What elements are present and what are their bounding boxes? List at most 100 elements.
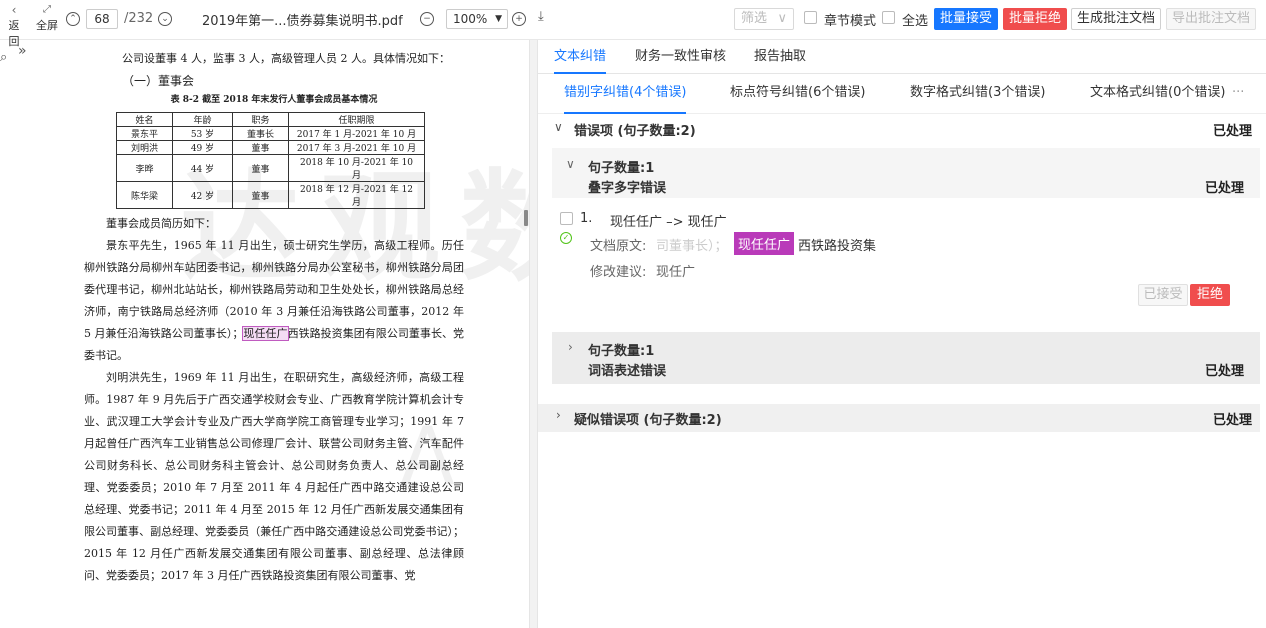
doc-section-title: （一）董事会 (122, 74, 195, 88)
table-cell: 2017 年 3 月-2021 年 10 月 (288, 140, 425, 155)
status-badge: 已处理 (1204, 364, 1244, 379)
caret-down-icon: ▼ (495, 14, 502, 24)
file-name: 2019年第一...债券募集说明书.pdf (202, 14, 403, 29)
chevron-left-icon: ‹ (11, 3, 17, 17)
chevron-down-icon: ∨ (777, 11, 787, 26)
table-cell: 42 岁 (172, 181, 233, 209)
group-type: 叠字多字错误 (588, 181, 667, 196)
status-badge: 已处理 (1212, 124, 1252, 139)
chevron-down-icon: ∨ (554, 120, 563, 134)
table-header: 任职期限 (288, 112, 425, 127)
doc-paragraph: 刘明洪先生，1969 年 11 月出生，在职研究生，高级经济师，高级工程师。19… (84, 371, 464, 582)
zoom-select[interactable]: 100% ▼ (446, 9, 508, 29)
reject-button[interactable]: 拒绝 (1190, 284, 1230, 306)
suspect-section-header[interactable]: › 疑似错误项 (句子数量:2) 已处理 (538, 404, 1260, 432)
table-row: 陈华梁 42 岁 董事 2018 年 12 月-2021 年 12 月 (116, 181, 425, 209)
table-cell: 董事 (232, 181, 289, 209)
select-all-label: 全选 (902, 14, 929, 29)
suspect-section-title: 疑似错误项 (句子数量:2) (574, 413, 722, 428)
table-cell: 49 岁 (172, 140, 233, 155)
status-badge: 已处理 (1212, 413, 1252, 428)
download-icon[interactable]: ⤓ (538, 9, 544, 24)
expand-icon: ⤢ (43, 4, 51, 15)
subtab-typo[interactable]: 错别字纠错(4个错误) (564, 74, 687, 114)
next-page-icon[interactable]: ⌄ (158, 12, 172, 26)
table-header: 年龄 (172, 112, 233, 127)
original-highlight[interactable]: 现任任广 (734, 232, 795, 255)
table-cell: 2018 年 10 月-2021 年 10 月 (288, 154, 425, 182)
left-rail: ⌕ » (0, 40, 27, 628)
page-number-input[interactable]: 68 (86, 9, 118, 29)
page-total: /232 (124, 11, 154, 26)
group-type: 词语表述错误 (588, 364, 667, 379)
table-cell: 刘明洪 (116, 140, 173, 155)
table-cell: 董事 (232, 154, 289, 182)
drag-handle[interactable] (524, 210, 528, 226)
chevron-right-icon: › (568, 340, 573, 354)
search-icon[interactable]: ⌕ (0, 50, 7, 65)
suggestion-value: 现任广 (656, 265, 696, 280)
error-item: 1. 现任任广 –> 现任广 ✓ 文档原文: 司董事长）； 现任任广 西铁路投资… (552, 202, 1260, 312)
table-cell: 陈华梁 (116, 181, 173, 209)
chapter-mode-checkbox[interactable] (804, 11, 817, 28)
table-caption: 表 8-2 截至 2018 年末发行人董事会成员基本情况 (170, 95, 378, 105)
error-group[interactable]: › 句子数量:1 词语表述错误 已处理 (552, 332, 1260, 384)
chapter-mode-label: 章节模式 (824, 14, 877, 29)
toolbar: ‹ 返回 ⤢ 全屏 ⌃ 68 /232 ⌄ 2019年第一...债券募集说明书.… (0, 0, 1266, 48)
fullscreen-button[interactable]: ⤢ 全屏 (34, 3, 60, 33)
filter-select[interactable]: 筛选 ∨ (734, 8, 794, 30)
table-row: 景东平 53 岁 董事长 2017 年 1 月-2021 年 10 月 (116, 126, 425, 141)
check-circle-icon: ✓ (560, 232, 572, 244)
table-cell: 董事 (232, 140, 289, 155)
table-cell: 2017 年 1 月-2021 年 10 月 (288, 126, 425, 141)
doc-line: 公司设董事 4 人，监事 3 人，高级管理人员 2 人。具体情况如下： (122, 52, 450, 65)
error-group[interactable]: ∨ 句子数量:1 叠字多字错误 已处理 (552, 148, 1260, 198)
suggestion-label: 修改建议: (590, 265, 647, 280)
table-header: 姓名 (116, 112, 173, 127)
select-all-checkbox[interactable] (882, 11, 895, 28)
chevron-right-icon: › (556, 408, 561, 422)
table-cell: 2018 年 12 月-2021 年 12 月 (288, 181, 425, 209)
table-header-row: 姓名 年龄 职务 任职期限 (116, 112, 425, 127)
table-cell: 董事长 (232, 126, 289, 141)
item-checkbox[interactable] (560, 212, 573, 225)
export-annotation-doc-button[interactable]: 导出批注文档 (1166, 8, 1256, 30)
table-row: 刘明洪 49 岁 董事 2017 年 3 月-2021 年 10 月 (116, 140, 425, 155)
subtab-punctuation[interactable]: 标点符号纠错(6个错误) (730, 74, 865, 114)
original-after: 西铁路投资集 (798, 239, 877, 254)
table-cell: 53 岁 (172, 126, 233, 141)
zoom-in-icon[interactable]: + (512, 12, 526, 26)
table-cell: 44 岁 (172, 154, 233, 182)
generate-annotation-doc-button[interactable]: 生成批注文档 (1071, 8, 1161, 30)
chevron-down-icon: ∨ (566, 157, 575, 171)
split-divider[interactable] (529, 40, 538, 628)
more-icon[interactable]: ··· (1232, 74, 1244, 114)
sub-tabs: 错别字纠错(4个错误) 标点符号纠错(6个错误) 数字格式纠错(3个错误) 文本… (538, 74, 1266, 114)
table-cell: 李晔 (116, 154, 173, 182)
subtab-text-format[interactable]: 文本格式纠错(0个错误) (1090, 74, 1225, 114)
table-row: 李晔 44 岁 董事 2018 年 10 月-2021 年 10 月 (116, 154, 425, 182)
expand-sidebar-icon[interactable]: » (18, 43, 27, 59)
document-page: 公司设董事 4 人，监事 3 人，高级管理人员 2 人。具体情况如下： （一）董… (84, 40, 464, 628)
table-cell: 景东平 (116, 126, 173, 141)
batch-reject-button[interactable]: 批量拒绝 (1003, 8, 1067, 30)
tab-report-extraction[interactable]: 报告抽取 (754, 40, 806, 74)
prev-page-icon[interactable]: ⌃ (66, 12, 80, 26)
zoom-out-icon[interactable]: − (420, 12, 434, 26)
status-badge: 已处理 (1204, 181, 1244, 196)
error-highlight[interactable]: 现任任广 (242, 326, 289, 341)
doc-paragraph: 景东平先生，1965 年 11 月出生，硕士研究生学历，高级工程师。历任柳州铁路… (84, 239, 464, 362)
errors-section-title: 错误项 (句子数量:2) (574, 124, 696, 139)
item-change: 现任任广 –> 现任广 (610, 215, 727, 230)
subtab-number-format[interactable]: 数字格式纠错(3个错误) (910, 74, 1045, 114)
main-tabs: 文本纠错 财务一致性审核 报告抽取 (538, 40, 1266, 74)
accepted-button[interactable]: 已接受 (1138, 284, 1188, 306)
errors-section-header[interactable]: ∨ 错误项 (句子数量:2) 已处理 (538, 116, 1260, 144)
item-index: 1. (580, 211, 593, 226)
group-count: 句子数量:1 (588, 161, 655, 176)
tab-financial-consistency[interactable]: 财务一致性审核 (635, 40, 726, 74)
table-header: 职务 (232, 112, 289, 127)
tab-text-correction[interactable]: 文本纠错 (554, 40, 607, 74)
original-before: 司董事长）； (656, 239, 728, 254)
batch-accept-button[interactable]: 批量接受 (934, 8, 998, 30)
